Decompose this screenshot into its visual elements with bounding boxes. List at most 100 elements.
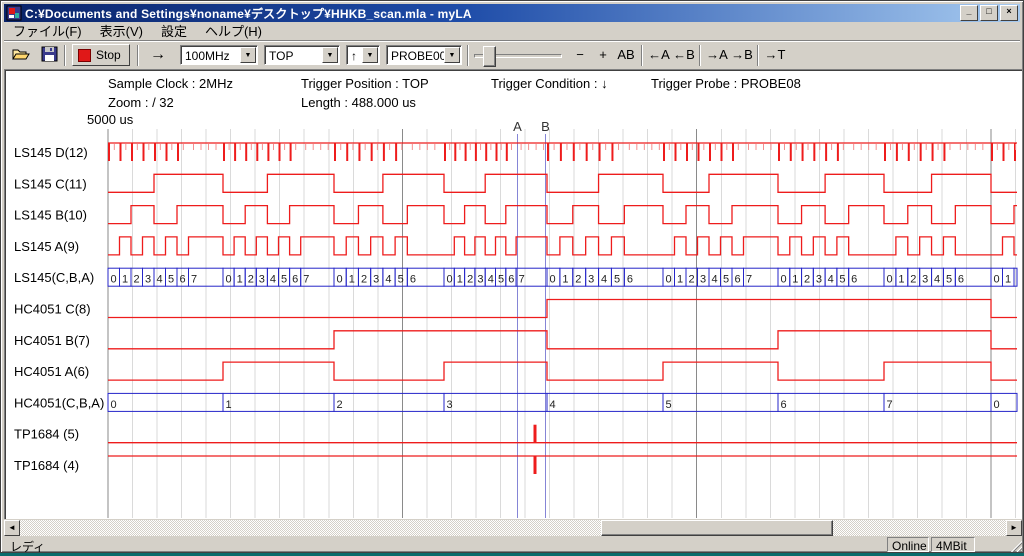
signal-row-ls145-b-10-: LS145 B(10)	[14, 206, 1017, 224]
status-message: レディ	[10, 538, 45, 553]
signal-label: TP1684 (5)	[14, 427, 79, 442]
svg-text:2: 2	[804, 274, 810, 286]
svg-text:1: 1	[349, 274, 355, 286]
menu-view[interactable]: 表示(V)	[91, 20, 152, 42]
svg-text:1: 1	[457, 274, 463, 286]
toolbar-separator	[757, 45, 759, 66]
memory-status-badge: 4MBit	[931, 537, 975, 552]
svg-text:3: 3	[447, 399, 453, 411]
zoom-info: Zoom : / 32	[108, 95, 174, 110]
signal-row-ls145-c-11-: LS145 C(11)	[14, 174, 1017, 192]
svg-text:2: 2	[134, 274, 140, 286]
svg-text:2: 2	[910, 274, 916, 286]
dropdown-arrow-icon[interactable]: ▼	[322, 47, 338, 63]
svg-text:2: 2	[248, 274, 254, 286]
svg-text:6: 6	[627, 274, 633, 286]
svg-text:7: 7	[191, 274, 197, 286]
floppy-disk-icon	[41, 46, 58, 62]
sample-clock-combobox[interactable]: 100MHz ▼	[180, 45, 258, 65]
svg-text:4: 4	[270, 274, 276, 286]
toolbar-separator	[641, 45, 643, 66]
scrollbar-thumb[interactable]	[601, 520, 833, 536]
svg-text:0: 0	[111, 274, 117, 286]
zoom-ab-button[interactable]: AB	[614, 47, 638, 64]
move-left-to-b-button[interactable]: ←B	[672, 47, 696, 64]
trigger-position-info: Trigger Position : TOP	[301, 76, 429, 91]
svg-text:5: 5	[614, 274, 620, 286]
stop-button[interactable]: Stop	[72, 44, 130, 66]
single-run-button[interactable]: →	[145, 44, 171, 66]
scroll-left-button[interactable]: ◄	[4, 520, 20, 536]
status-bar: レディ Online 4MBit	[4, 537, 1022, 553]
signal-label: TP1684 (4)	[14, 458, 79, 473]
open-file-button[interactable]	[10, 46, 32, 65]
svg-text:0: 0	[226, 274, 232, 286]
svg-text:6: 6	[781, 399, 787, 411]
minimize-button[interactable]: _	[960, 5, 978, 21]
toolbar-separator	[467, 45, 469, 66]
trigger-edge-combobox[interactable]: ↑ ▼	[346, 45, 380, 65]
svg-text:0: 0	[111, 399, 117, 411]
svg-text:0: 0	[994, 274, 1000, 286]
svg-text:1: 1	[226, 399, 232, 411]
svg-text:2: 2	[575, 274, 581, 286]
svg-text:0: 0	[994, 399, 1000, 411]
svg-text:7: 7	[519, 274, 525, 286]
zoom-out-button[interactable]: −	[570, 47, 590, 64]
svg-text:3: 3	[373, 274, 379, 286]
dropdown-arrow-icon[interactable]: ▼	[444, 47, 460, 63]
signal-row-hc4051-c-b-a-: HC4051(C,B,A)012345670	[14, 393, 1017, 411]
trigger-position-combobox[interactable]: TOP ▼	[264, 45, 340, 65]
svg-text:2: 2	[361, 274, 367, 286]
menu-settings[interactable]: 設定	[152, 20, 196, 42]
trigger-position-value: TOP	[269, 49, 293, 63]
svg-text:6: 6	[958, 274, 964, 286]
svg-text:0: 0	[550, 274, 556, 286]
dropdown-arrow-icon[interactable]: ▼	[362, 47, 378, 63]
move-right-to-b-button[interactable]: →B	[730, 47, 754, 64]
svg-text:1: 1	[122, 274, 128, 286]
zoom-slider-thumb[interactable]	[483, 46, 496, 67]
svg-text:2: 2	[689, 274, 695, 286]
horizontal-scrollbar[interactable]: ◄ ►	[4, 520, 1022, 536]
signal-row-hc4051-c-8-: HC4051 C(8)	[14, 300, 1017, 318]
move-right-to-a-button[interactable]: →A	[705, 47, 729, 64]
close-button[interactable]: ×	[1000, 5, 1018, 21]
svg-text:5: 5	[666, 399, 672, 411]
maximize-button[interactable]: □	[980, 5, 998, 21]
marker-label-b: B	[541, 119, 550, 134]
window-title: C:¥Documents and Settings¥noname¥デスクトップ¥…	[25, 5, 472, 22]
trigger-condition-info: Trigger Condition : ↓	[491, 76, 608, 91]
svg-text:3: 3	[259, 274, 265, 286]
scroll-right-button[interactable]: ►	[1006, 520, 1022, 536]
zoom-in-button[interactable]: +	[593, 47, 613, 64]
svg-text:4: 4	[157, 274, 163, 286]
trigger-probe-combobox[interactable]: PROBE00 ▼	[386, 45, 462, 65]
menu-file[interactable]: ファイル(F)	[4, 20, 91, 42]
save-file-button[interactable]	[38, 46, 60, 65]
move-left-to-a-button[interactable]: ←A	[647, 47, 671, 64]
menu-bar: ファイル(F) 表示(V) 設定 ヘルプ(H)	[4, 22, 1020, 40]
marker-label-a: A	[513, 119, 522, 134]
signal-label: HC4051 C(8)	[14, 302, 91, 317]
dropdown-arrow-icon[interactable]: ▼	[240, 47, 256, 63]
sample-clock-info: Sample Clock : 2MHz	[108, 76, 233, 91]
waveform-plot[interactable]: ABLS145 D(12)LS145 C(11)LS145 B(10)LS145…	[4, 69, 1022, 519]
menu-help[interactable]: ヘルプ(H)	[196, 20, 271, 42]
svg-text:0: 0	[781, 274, 787, 286]
signal-row-hc4051-b-7-: HC4051 B(7)	[14, 331, 1017, 349]
svg-text:3: 3	[816, 274, 822, 286]
svg-text:5: 5	[946, 274, 952, 286]
svg-text:5: 5	[498, 274, 504, 286]
resize-grip[interactable]	[1009, 539, 1022, 552]
svg-text:0: 0	[447, 274, 453, 286]
svg-text:6: 6	[735, 274, 741, 286]
svg-text:6: 6	[851, 274, 857, 286]
svg-text:6: 6	[410, 274, 416, 286]
zoom-slider[interactable]	[474, 45, 562, 66]
svg-text:4: 4	[385, 274, 391, 286]
svg-text:7: 7	[746, 274, 752, 286]
move-to-trigger-button[interactable]: →T	[763, 47, 787, 64]
svg-text:0: 0	[887, 274, 893, 286]
trigger-edge-value: ↑	[351, 49, 357, 63]
